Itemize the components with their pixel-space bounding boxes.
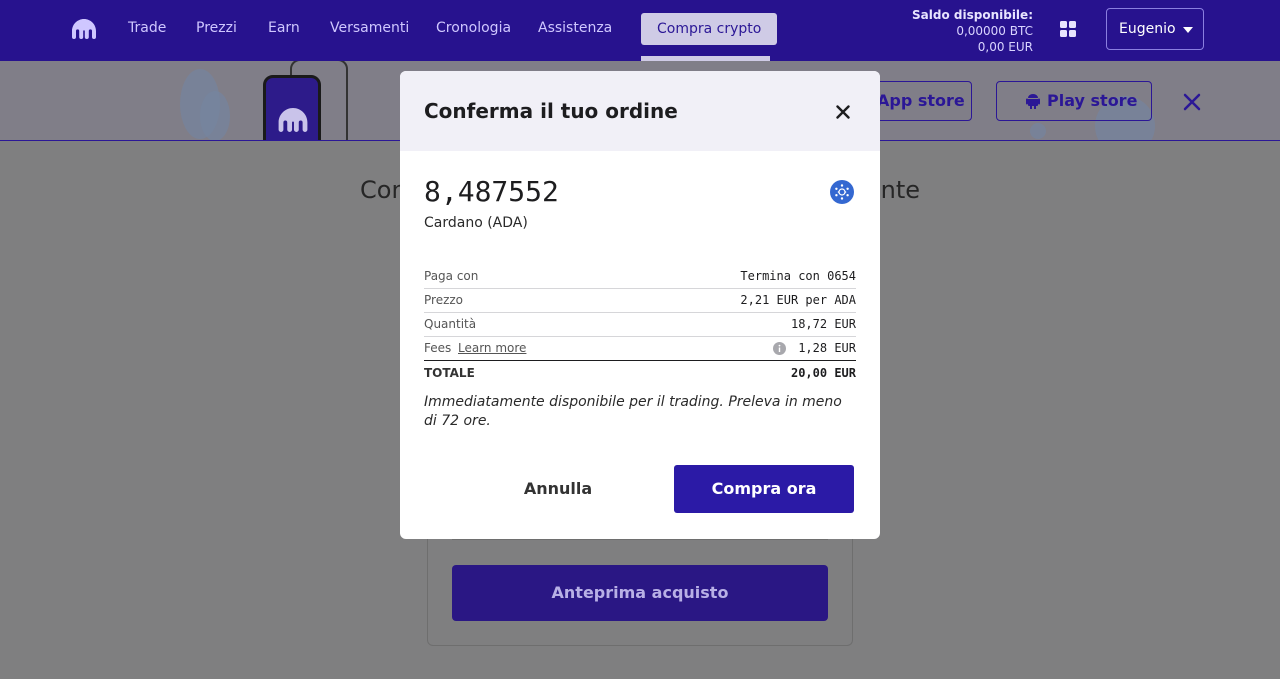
preview-purchase-button[interactable]: Anteprima acquisto xyxy=(452,565,828,621)
balance-summary: Saldo disponibile: 0,00000 BTC 0,00 EUR xyxy=(912,7,1033,55)
fees-value: 1,28 EUR xyxy=(798,341,856,355)
summary-row-total: TOTALE 20,00 EUR xyxy=(424,362,856,386)
decorative-blob xyxy=(1030,123,1046,139)
decorative-blob xyxy=(200,91,230,140)
balance-btc: 0,00000 BTC xyxy=(956,24,1033,38)
quantity-label: Quantità xyxy=(424,317,477,331)
learn-more-link[interactable]: Learn more xyxy=(458,341,526,355)
pay-with-label: Paga con xyxy=(424,269,479,283)
close-icon[interactable] xyxy=(1183,93,1201,111)
user-name: Eugenio xyxy=(1119,21,1176,37)
price-value: 2,21 EUR per ADA xyxy=(740,293,856,307)
total-label: TOTALE xyxy=(424,366,475,380)
top-nav: Trade Prezzi Earn Versamenti Cronologia … xyxy=(0,0,1280,61)
apps-grid-icon[interactable] xyxy=(1060,21,1076,37)
nav-item-trade[interactable]: Trade xyxy=(128,20,166,36)
kraken-logo-icon xyxy=(278,108,308,132)
summary-row-price: Prezzo 2,21 EUR per ADA xyxy=(424,289,856,313)
dialog-header: Conferma il tuo ordine xyxy=(400,71,880,151)
summary-row-pay-with: Paga con Termina con 0654 xyxy=(424,265,856,289)
quantity-value: 18,72 EUR xyxy=(790,317,856,331)
phone-illustration xyxy=(263,75,321,140)
kraken-logo-icon[interactable] xyxy=(72,19,96,39)
availability-note: Immediatamente disponibile per il tradin… xyxy=(424,394,842,429)
crypto-amount: 8,487552 xyxy=(424,175,559,208)
close-icon[interactable] xyxy=(836,105,850,119)
fees-label: Fees xyxy=(424,341,452,355)
price-label: Prezzo xyxy=(424,293,464,307)
android-icon xyxy=(1026,94,1040,109)
nav-item-compra-crypto[interactable]: Compra crypto xyxy=(641,13,778,45)
balance-label: Saldo disponibile: xyxy=(912,8,1033,22)
chevron-down-icon xyxy=(1183,27,1193,33)
pay-with-value: Termina con 0654 xyxy=(740,269,856,283)
play-store-label: Play store xyxy=(1047,91,1138,110)
nav-item-prezzi[interactable]: Prezzi xyxy=(196,20,237,36)
asset-name: Cardano (ADA) xyxy=(424,215,528,231)
play-store-button[interactable]: Play store xyxy=(996,81,1152,121)
summary-row-quantity: Quantità 18,72 EUR xyxy=(424,313,856,337)
nav-item-versamenti[interactable]: Versamenti xyxy=(330,20,409,36)
balance-eur: 0,00 EUR xyxy=(977,40,1033,54)
user-menu-button[interactable]: Eugenio xyxy=(1106,8,1204,50)
confirm-order-dialog: Conferma il tuo ordine 8,487552 Cardano … xyxy=(400,71,880,539)
total-value: 20,00 EUR xyxy=(790,366,856,380)
buy-now-button[interactable]: Compra ora xyxy=(674,465,854,513)
dialog-title: Conferma il tuo ordine xyxy=(424,99,678,123)
nav-item-assistenza[interactable]: Assistenza xyxy=(538,20,612,36)
nav-item-cronologia[interactable]: Cronologia xyxy=(436,20,511,36)
summary-row-fees: Fees Learn more 1,28 EUR xyxy=(424,337,856,361)
cancel-button[interactable]: Annulla xyxy=(498,465,618,513)
info-icon[interactable] xyxy=(773,342,786,355)
app-store-label: App store xyxy=(877,91,965,110)
cardano-icon xyxy=(830,180,854,204)
nav-item-earn[interactable]: Earn xyxy=(268,20,300,36)
